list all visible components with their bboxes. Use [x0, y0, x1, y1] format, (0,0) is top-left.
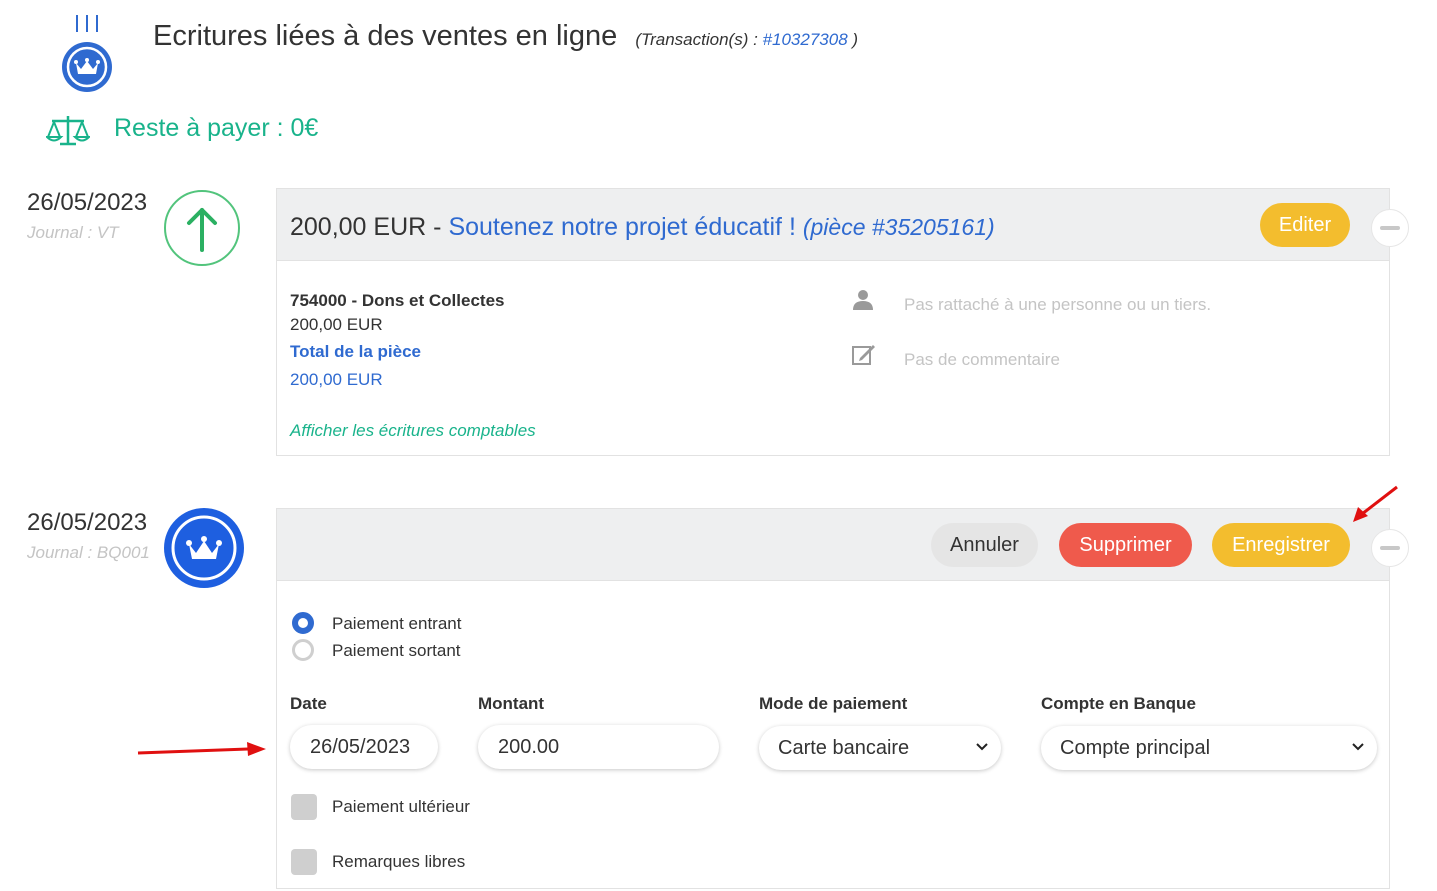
save-button[interactable]: Enregistrer	[1212, 523, 1350, 567]
edit-button[interactable]: Editer	[1260, 203, 1350, 247]
sale-label-link[interactable]: Soutenez notre projet éducatif !	[448, 213, 795, 241]
entry-date: 26/05/2023	[27, 509, 148, 536]
later-payment-label: Paiement ultérieur	[332, 797, 470, 816]
crown-icon	[171, 515, 237, 581]
total-label: Total de la pièce	[290, 342, 422, 361]
chevron-down-icon	[976, 743, 988, 751]
entry-type-badge	[164, 508, 244, 588]
amount-input[interactable]	[478, 725, 719, 769]
later-payment-checkbox[interactable]	[291, 794, 317, 820]
entry-journal: Journal : BQ001	[27, 543, 150, 562]
comment-text: Pas de commentaire	[904, 350, 1060, 369]
bank-account-value: Compte principal	[1060, 737, 1211, 759]
remaining-balance: Reste à payer : 0€	[114, 114, 319, 142]
show-accounting-entries-link[interactable]: Afficher les écritures comptables	[290, 421, 536, 441]
crown-badge-icon	[62, 15, 112, 92]
sale-entry-title: 200,00 EUR - Soutenez notre projet éduca…	[290, 213, 995, 242]
free-remarks-checkbox[interactable]	[291, 849, 317, 875]
sale-entry-card: 200,00 EUR - Soutenez notre projet éduca…	[276, 188, 1390, 456]
scales-icon	[44, 113, 92, 152]
transactions-prefix: (Transaction(s) :	[635, 30, 758, 49]
incoming-payment-label: Paiement entrant	[332, 614, 462, 633]
edit-comment-icon[interactable]	[852, 344, 876, 371]
date-input[interactable]	[290, 725, 438, 769]
sale-entry-header: 200,00 EUR - Soutenez notre projet éduca…	[277, 189, 1389, 261]
collapse-entry-button[interactable]	[1371, 209, 1409, 247]
payment-entry-header: Annuler Supprimer Enregistrer	[277, 509, 1389, 581]
entry-date: 26/05/2023	[27, 189, 148, 216]
payment-mode-value: Carte bancaire	[778, 737, 910, 759]
minus-icon	[1380, 226, 1400, 230]
sale-amount: 200,00 EUR	[290, 213, 427, 241]
transactions-info: (Transaction(s) : #10327308 )	[635, 30, 858, 49]
annotation-arrow	[137, 742, 266, 756]
title-separator: -	[433, 213, 442, 241]
total-amount: 200,00 EUR	[290, 370, 383, 389]
collapse-entry-button[interactable]	[1371, 529, 1409, 567]
chevron-down-icon	[1352, 743, 1364, 751]
account-name: 754000 - Dons et Collectes	[290, 291, 505, 310]
free-remarks-label: Remarques libres	[332, 852, 466, 871]
entry-type-badge	[164, 190, 240, 266]
cancel-button[interactable]: Annuler	[931, 523, 1038, 567]
date-label: Date	[290, 694, 327, 713]
delete-button[interactable]: Supprimer	[1059, 523, 1192, 567]
payment-mode-label: Mode de paiement	[759, 694, 908, 713]
outgoing-payment-label: Paiement sortant	[332, 641, 461, 660]
amount-label: Montant	[478, 694, 545, 713]
minus-icon	[1380, 546, 1400, 550]
page-title-text: Ecritures liées à des ventes en ligne	[153, 20, 618, 52]
page-title: Ecritures liées à des ventes en ligne (T…	[153, 20, 858, 53]
person-icon	[852, 289, 874, 316]
payment-mode-select[interactable]: Carte bancaire	[759, 726, 1001, 770]
piece-reference: (pièce #35205161)	[802, 214, 995, 240]
annotation-arrow	[1353, 485, 1398, 522]
transaction-link[interactable]: #10327308	[763, 30, 848, 49]
linked-person-text: Pas rattaché à une personne ou un tiers.	[904, 295, 1212, 314]
account-amount: 200,00 EUR	[290, 315, 383, 334]
bank-account-label: Compte en Banque	[1041, 694, 1196, 713]
bank-account-select[interactable]: Compte principal	[1041, 726, 1377, 770]
entry-journal: Journal : VT	[27, 223, 119, 242]
arrow-up-icon	[187, 208, 217, 252]
incoming-payment-radio[interactable]	[292, 612, 314, 634]
outgoing-payment-radio[interactable]	[292, 639, 314, 661]
transactions-suffix: )	[852, 30, 859, 49]
app-logo	[56, 12, 118, 94]
payment-entry-card: Annuler Supprimer Enregistrer Paiement e…	[276, 508, 1390, 889]
